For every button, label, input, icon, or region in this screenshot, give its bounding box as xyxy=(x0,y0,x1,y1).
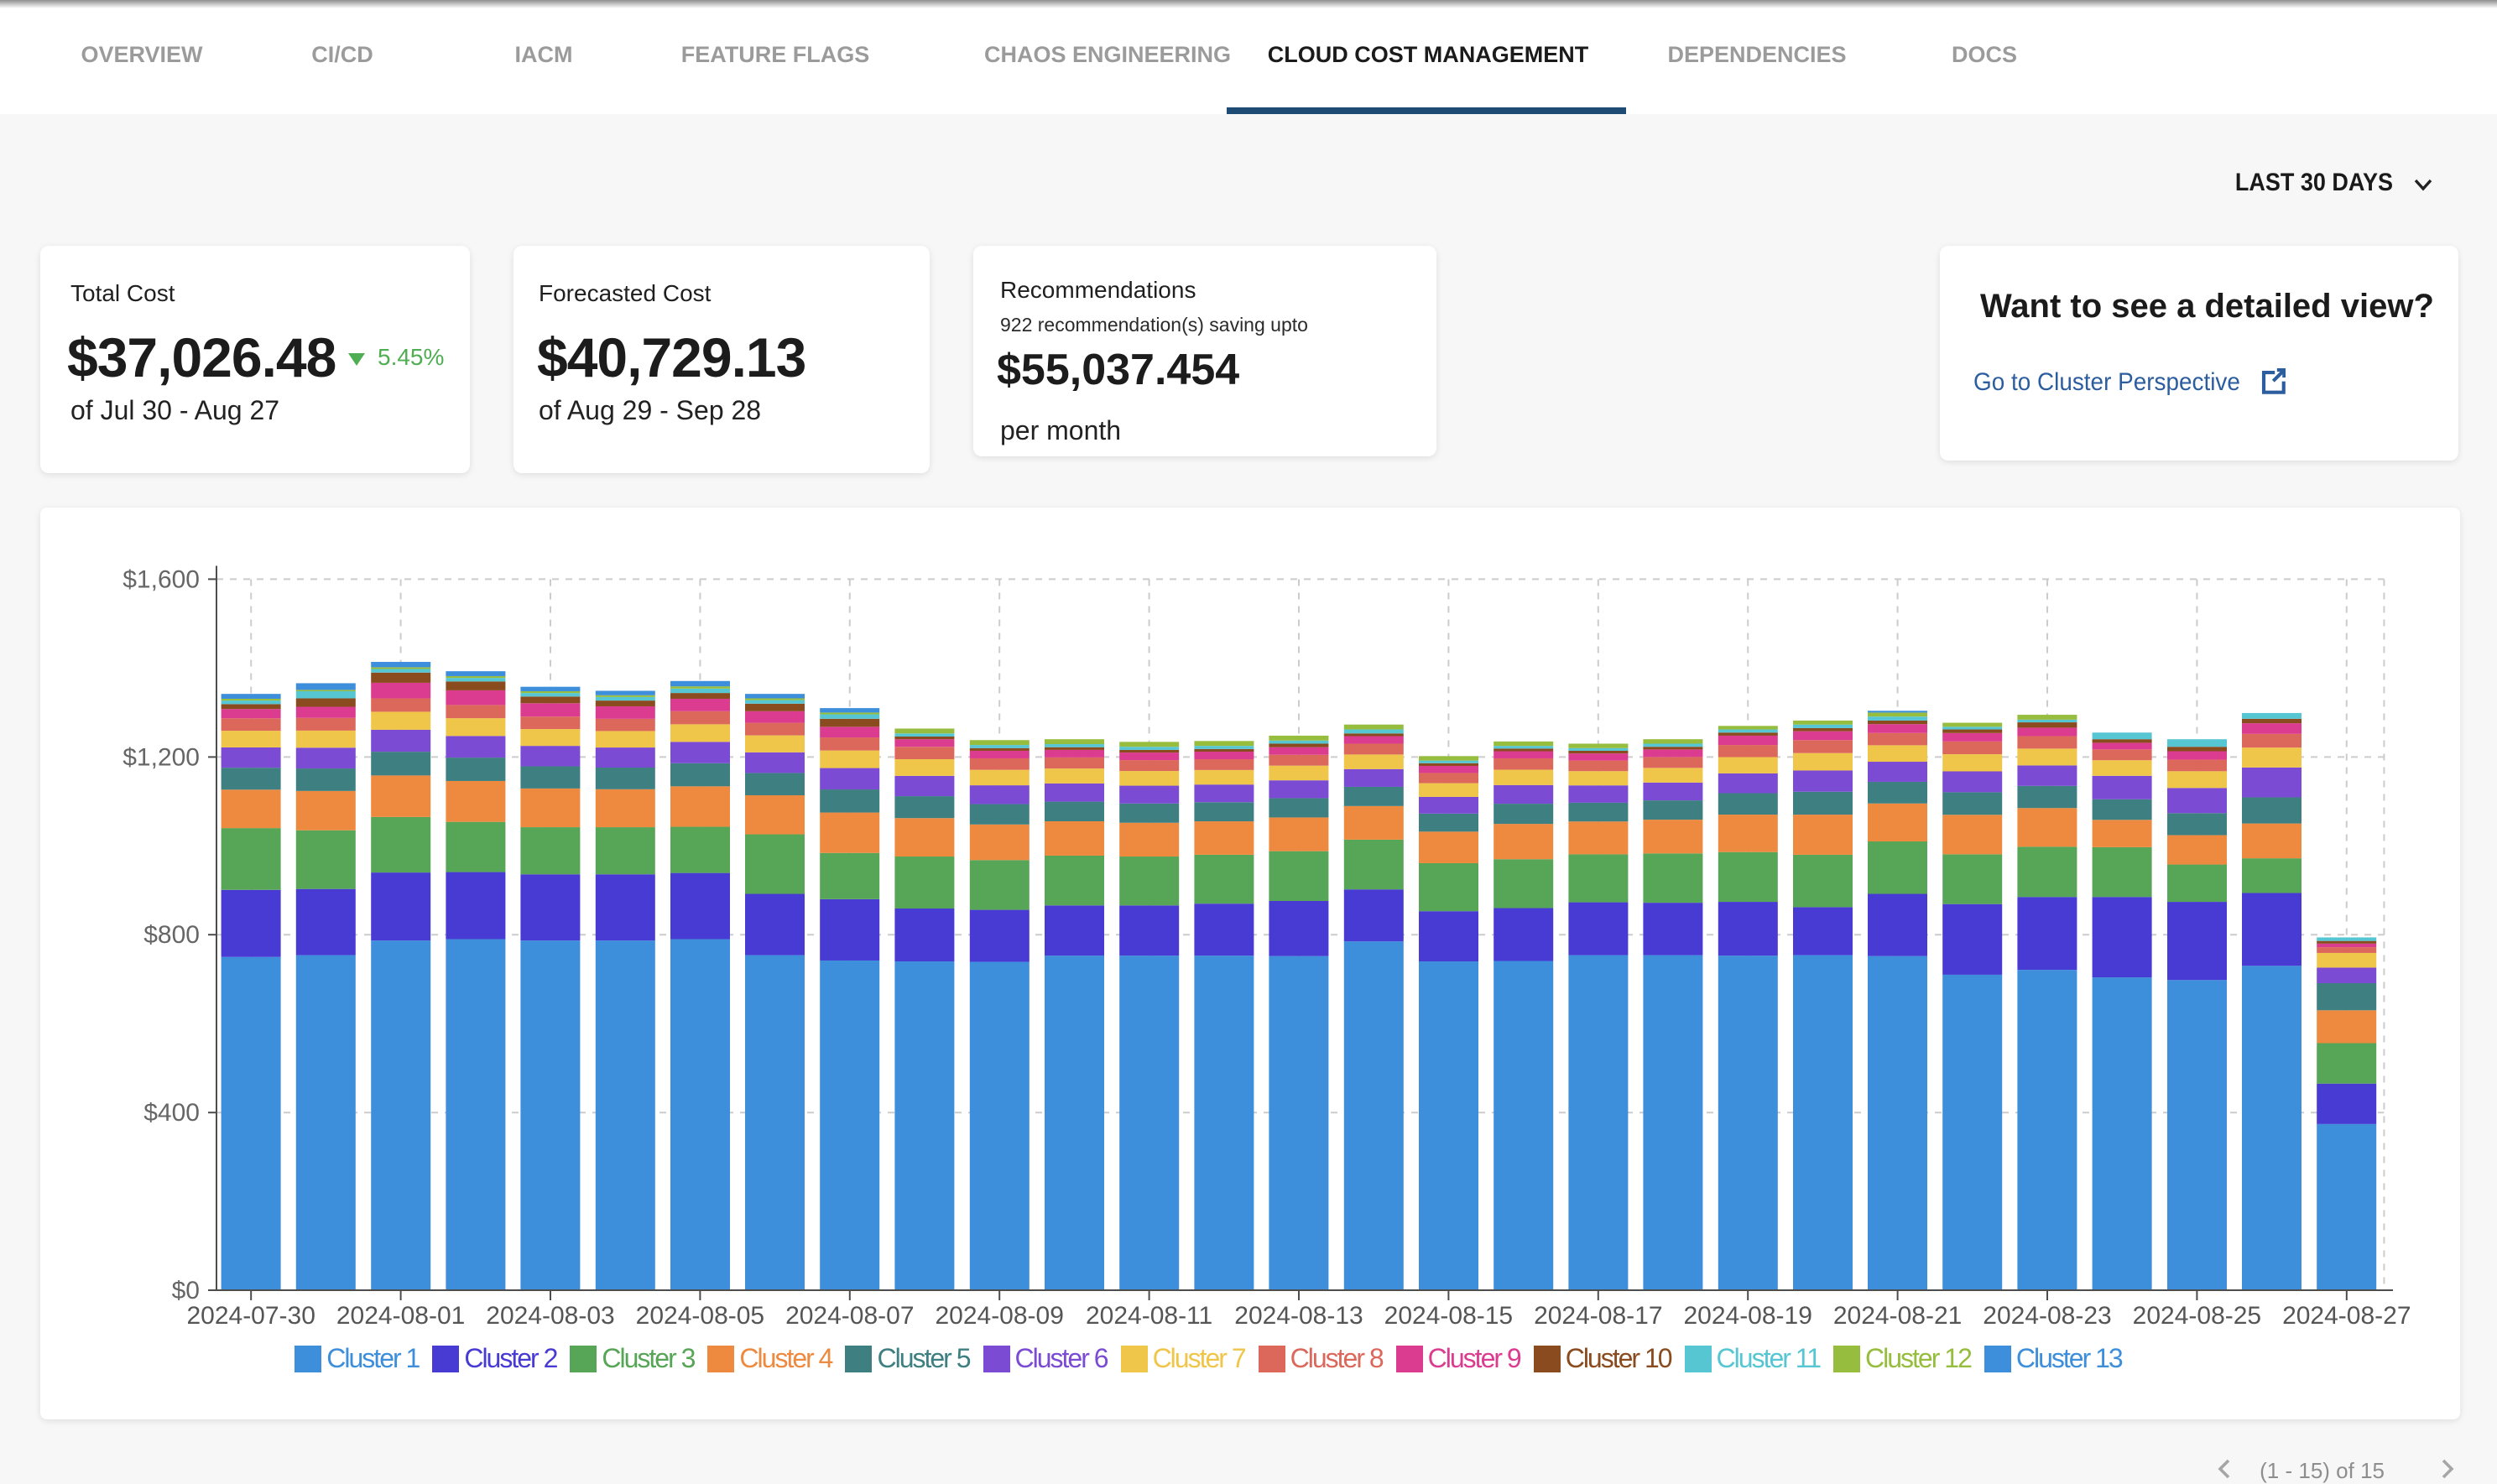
svg-text:2024-08-01: 2024-08-01 xyxy=(336,1302,465,1330)
svg-text:$1,600: $1,600 xyxy=(123,565,200,593)
svg-text:2024-08-13: 2024-08-13 xyxy=(1234,1302,1363,1330)
svg-text:$1,200: $1,200 xyxy=(123,743,200,771)
svg-text:2024-08-27: 2024-08-27 xyxy=(2282,1302,2411,1330)
svg-text:2024-08-15: 2024-08-15 xyxy=(1384,1302,1513,1330)
svg-text:$800: $800 xyxy=(143,921,200,949)
svg-text:$400: $400 xyxy=(143,1099,200,1127)
svg-text:$0: $0 xyxy=(172,1277,200,1304)
svg-text:2024-08-17: 2024-08-17 xyxy=(1534,1302,1662,1330)
svg-text:2024-08-11: 2024-08-11 xyxy=(1086,1302,1212,1330)
svg-text:2024-08-25: 2024-08-25 xyxy=(2133,1302,2261,1330)
svg-text:2024-07-30: 2024-07-30 xyxy=(186,1302,315,1330)
svg-text:2024-08-09: 2024-08-09 xyxy=(935,1302,1063,1330)
svg-text:2024-08-21: 2024-08-21 xyxy=(1833,1302,1962,1330)
svg-text:2024-08-05: 2024-08-05 xyxy=(636,1302,764,1330)
svg-text:2024-08-07: 2024-08-07 xyxy=(785,1302,914,1330)
svg-text:2024-08-19: 2024-08-19 xyxy=(1683,1302,1811,1330)
svg-text:2024-08-23: 2024-08-23 xyxy=(1983,1302,2111,1330)
svg-text:2024-08-03: 2024-08-03 xyxy=(486,1302,614,1330)
